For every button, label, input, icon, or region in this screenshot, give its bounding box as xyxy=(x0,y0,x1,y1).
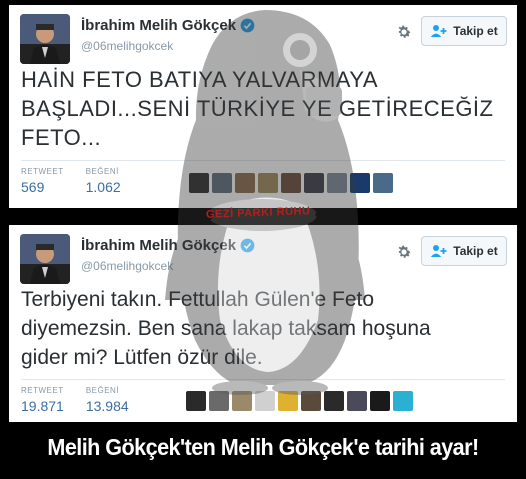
like-stat[interactable]: BEĞENİ 13.984 xyxy=(86,386,129,414)
liker-avatar[interactable] xyxy=(301,391,321,411)
liker-avatar[interactable] xyxy=(281,173,301,193)
tweet-stats: RETWEET 19.871 BEĞENİ 13.984 xyxy=(21,386,129,414)
liker-avatar[interactable] xyxy=(278,391,298,411)
like-stat[interactable]: BEĞENİ 1.062 xyxy=(86,167,121,195)
liker-avatar[interactable] xyxy=(255,391,275,411)
author-row: İbrahim Melih Gökçek xyxy=(81,17,255,34)
author-row: İbrahim Melih Gökçek xyxy=(81,237,255,254)
tweet-stats: RETWEET 569 BEĞENİ 1.062 xyxy=(21,167,121,195)
author-name[interactable]: İbrahim Melih Gökçek xyxy=(81,17,236,34)
divider xyxy=(21,160,505,161)
retweet-label: RETWEET xyxy=(21,167,64,176)
like-label: BEĞENİ xyxy=(85,386,120,395)
retweet-count: 19.871 xyxy=(21,398,64,414)
liker-avatar[interactable] xyxy=(393,391,413,411)
verified-badge-icon xyxy=(240,238,255,253)
retweet-count: 569 xyxy=(21,179,45,195)
liker-avatar[interactable] xyxy=(212,173,232,193)
stamp-label: GEZİ PARKI RUHU xyxy=(205,205,311,221)
caption: Melih Gökçek'ten Melih Gökçek'e tarihi a… xyxy=(47,434,479,460)
retweet-label: RETWEET xyxy=(21,386,64,395)
liker-avatar[interactable] xyxy=(347,391,367,411)
retweet-stat[interactable]: RETWEET 569 xyxy=(21,167,64,195)
author-handle[interactable]: @06melihgokcek xyxy=(81,39,173,53)
liker-avatar[interactable] xyxy=(304,173,324,193)
verified-badge-icon xyxy=(240,18,255,33)
follow-button-label: Takip et xyxy=(453,24,498,38)
avatar[interactable] xyxy=(20,14,70,64)
divider xyxy=(21,379,505,380)
liker-avatar[interactable] xyxy=(235,173,255,193)
liker-avatar[interactable] xyxy=(324,391,344,411)
tweet-text: HAİN FETO BATIYA YALVARMAYA BAŞLADI...SE… xyxy=(21,67,494,150)
liker-avatars xyxy=(189,173,393,193)
liker-avatar[interactable] xyxy=(350,173,370,193)
liker-avatars xyxy=(186,391,413,411)
liker-avatar[interactable] xyxy=(370,391,390,411)
follow-button[interactable]: Takip et xyxy=(421,236,507,266)
follow-button[interactable]: Takip et xyxy=(421,16,507,46)
avatar[interactable] xyxy=(20,234,70,284)
author-handle[interactable]: @06melihgokcek xyxy=(81,259,173,273)
liker-avatar[interactable] xyxy=(327,173,347,193)
gear-icon[interactable] xyxy=(395,23,413,41)
retweet-stat[interactable]: RETWEET 19.871 xyxy=(21,386,64,414)
author-name[interactable]: İbrahim Melih Gökçek xyxy=(81,237,236,254)
liker-avatar[interactable] xyxy=(373,173,393,193)
liker-avatar[interactable] xyxy=(189,173,209,193)
tweet-card-1: İbrahim Melih Gökçek @06melihgokcek Taki… xyxy=(9,5,517,208)
like-count: 13.984 xyxy=(85,398,129,414)
tweet-card-2: İbrahim Melih Gökçek @06melihgokcek Taki… xyxy=(9,225,517,422)
liker-avatar[interactable] xyxy=(209,391,229,411)
gear-icon[interactable] xyxy=(395,243,413,261)
liker-avatar[interactable] xyxy=(232,391,252,411)
like-count: 1.062 xyxy=(85,179,121,195)
follow-button-label: Takip et xyxy=(453,244,498,258)
liker-avatar[interactable] xyxy=(186,391,206,411)
follow-user-icon xyxy=(431,25,447,37)
like-label: BEĞENİ xyxy=(85,167,119,176)
liker-avatar[interactable] xyxy=(258,173,278,193)
tweet-text: Terbiyeni takın. Fettullah Gülen'e Feto … xyxy=(21,288,431,369)
follow-user-icon xyxy=(431,245,447,257)
